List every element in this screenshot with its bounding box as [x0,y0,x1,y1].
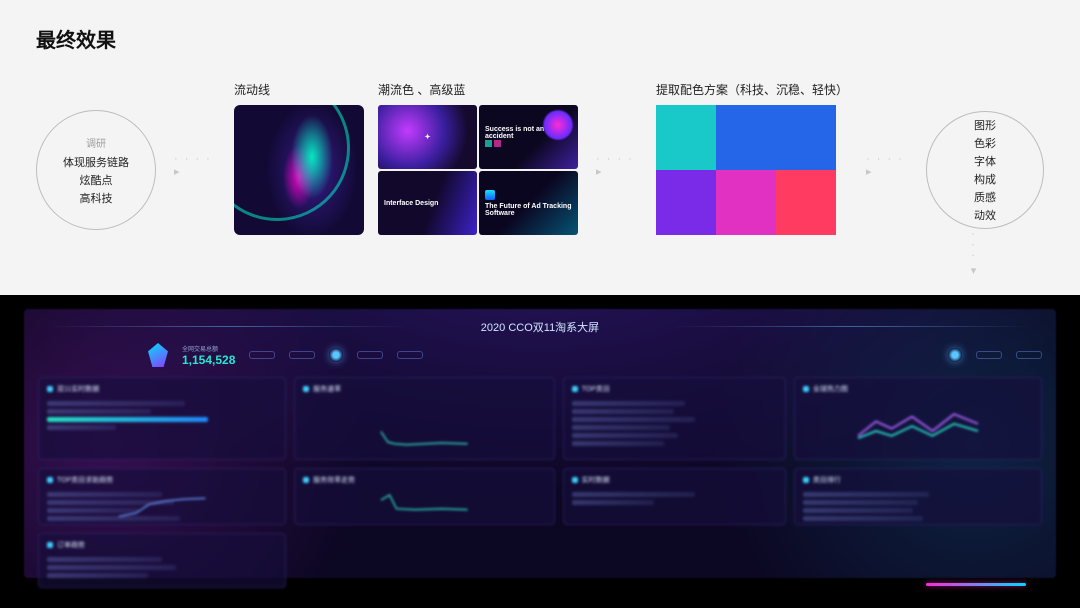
dashboard: 2020 CCO双11淘系大屏 全网交易总额 1,154,528 双11实时数据 [28,317,1052,590]
sparkline [303,488,546,514]
sparkline [803,407,1033,443]
palette [656,105,836,235]
dashboard-panel: 双11实时数据 [38,377,286,460]
panel-heading: TOP类目求助趋势 [47,475,277,485]
research-item: 体现服务链路 [63,154,129,170]
streamline-thumbnail [234,105,364,235]
kpi-label: 全网交易总额 [182,344,235,353]
flow-col-research: 调研 体现服务链路 炫酷点 高科技 [36,86,156,230]
kpi-chip [1016,351,1042,359]
research-item: 高科技 [80,190,113,206]
dashboard-panel: TOP类目求助趋势 [38,468,286,525]
output-item: 动效 [974,207,996,223]
trend-heading: 潮流色 、高级蓝 [378,81,578,97]
dashboard-panel: 服务效率走势 [294,468,555,525]
panel-heading: 订单趋势 [47,540,277,550]
trend-cell: ✦ [378,105,477,169]
flow-col-output: 图形 色彩 字体 构成 质感 动效 [926,87,1044,229]
output-item: 字体 [974,153,996,169]
palette-heading: 提取配色方案（科技、沉稳、轻快） [656,81,848,97]
swatch [716,105,776,170]
output-item: 质感 [974,189,996,205]
trend-cell: The Future of Ad Tracking Software [479,171,578,235]
panel-heading: 双11实时数据 [47,384,277,394]
flow-row: 调研 体现服务链路 炫酷点 高科技 · · · · ▸ 流动线 潮流色 、高级蓝… [36,81,1044,235]
panel-heading: TOP类目 [572,384,777,394]
kpi-value: 1,154,528 [182,353,235,367]
research-title: 调研 [86,135,106,150]
swatch [716,170,776,235]
kpi-chip [289,351,315,359]
kpi-node-icon [948,348,962,362]
kpi-chip [249,351,275,359]
kpi-bar: 全网交易总额 1,154,528 [28,339,1052,377]
dashboard-panel: 全球热力图 [794,377,1042,460]
arrow-icon: · · · · ▸ [592,153,642,178]
kpi-main: 全网交易总额 1,154,528 [182,344,235,367]
flow-col-palette: 提取配色方案（科技、沉稳、轻快） [656,81,848,235]
swatch [776,170,836,235]
panel-grid: 双11实时数据 服务速率 TOP类目求助趋势 [28,377,1052,590]
page-title: 最终效果 [36,24,1044,53]
dashboard-section: 2020 CCO双11淘系大屏 全网交易总额 1,154,528 双11实时数据 [0,295,1080,608]
streamline-heading: 流动线 [234,81,364,97]
panel-heading: 全球热力图 [803,384,1033,394]
panel-heading: 服务速率 [303,384,546,394]
trend-cell: Interface Design [378,171,477,235]
swatch [776,105,836,170]
output-item: 色彩 [974,135,996,151]
swatch [656,105,716,170]
panel-heading: 服务效率走势 [303,475,546,485]
arrow-down-icon: · · · ▾ [967,232,980,279]
sparkline [47,494,277,520]
dashboard-title: 2020 CCO双11淘系大屏 [28,317,1052,339]
dashboard-panel: 实时数据 [563,468,786,525]
kpi-chip [397,351,423,359]
dashboard-panel: 服务速率 [294,377,555,460]
trend-cell: Success is not an accident [479,105,578,169]
kpi-node-icon [329,348,343,362]
output-item: 图形 [974,117,996,133]
research-item: 炫酷点 [80,172,113,188]
panel-heading: 实时数据 [572,475,777,485]
arrow-icon: · · · · ▸ [170,153,220,178]
swatch [656,170,716,235]
research-circle: 调研 体现服务链路 炫酷点 高科技 [36,110,156,230]
gem-icon [148,343,168,367]
output-item: 构成 [974,171,996,187]
process-section: 最终效果 调研 体现服务链路 炫酷点 高科技 · · · · ▸ 流动线 潮流色… [0,0,1080,295]
flow-col-trend: 潮流色 、高级蓝 ✦ Success is not an accident In… [378,81,578,235]
dashboard-panel: 订单趋势 [38,533,286,588]
dashboard-panel: TOP类目 [563,377,786,460]
flow-col-streamline: 流动线 [234,81,364,235]
kpi-chip [976,351,1002,359]
sparkline [303,423,546,449]
panel-heading: 类目排行 [803,475,1033,485]
neon-accent [926,583,1026,586]
kpi-chip [357,351,383,359]
dashboard-panel: 类目排行 [794,468,1042,525]
trend-grid: ✦ Success is not an accident Interface D… [378,105,578,235]
output-circle: 图形 色彩 字体 构成 质感 动效 [926,111,1044,229]
arrow-icon: · · · · ▸ [862,153,912,178]
